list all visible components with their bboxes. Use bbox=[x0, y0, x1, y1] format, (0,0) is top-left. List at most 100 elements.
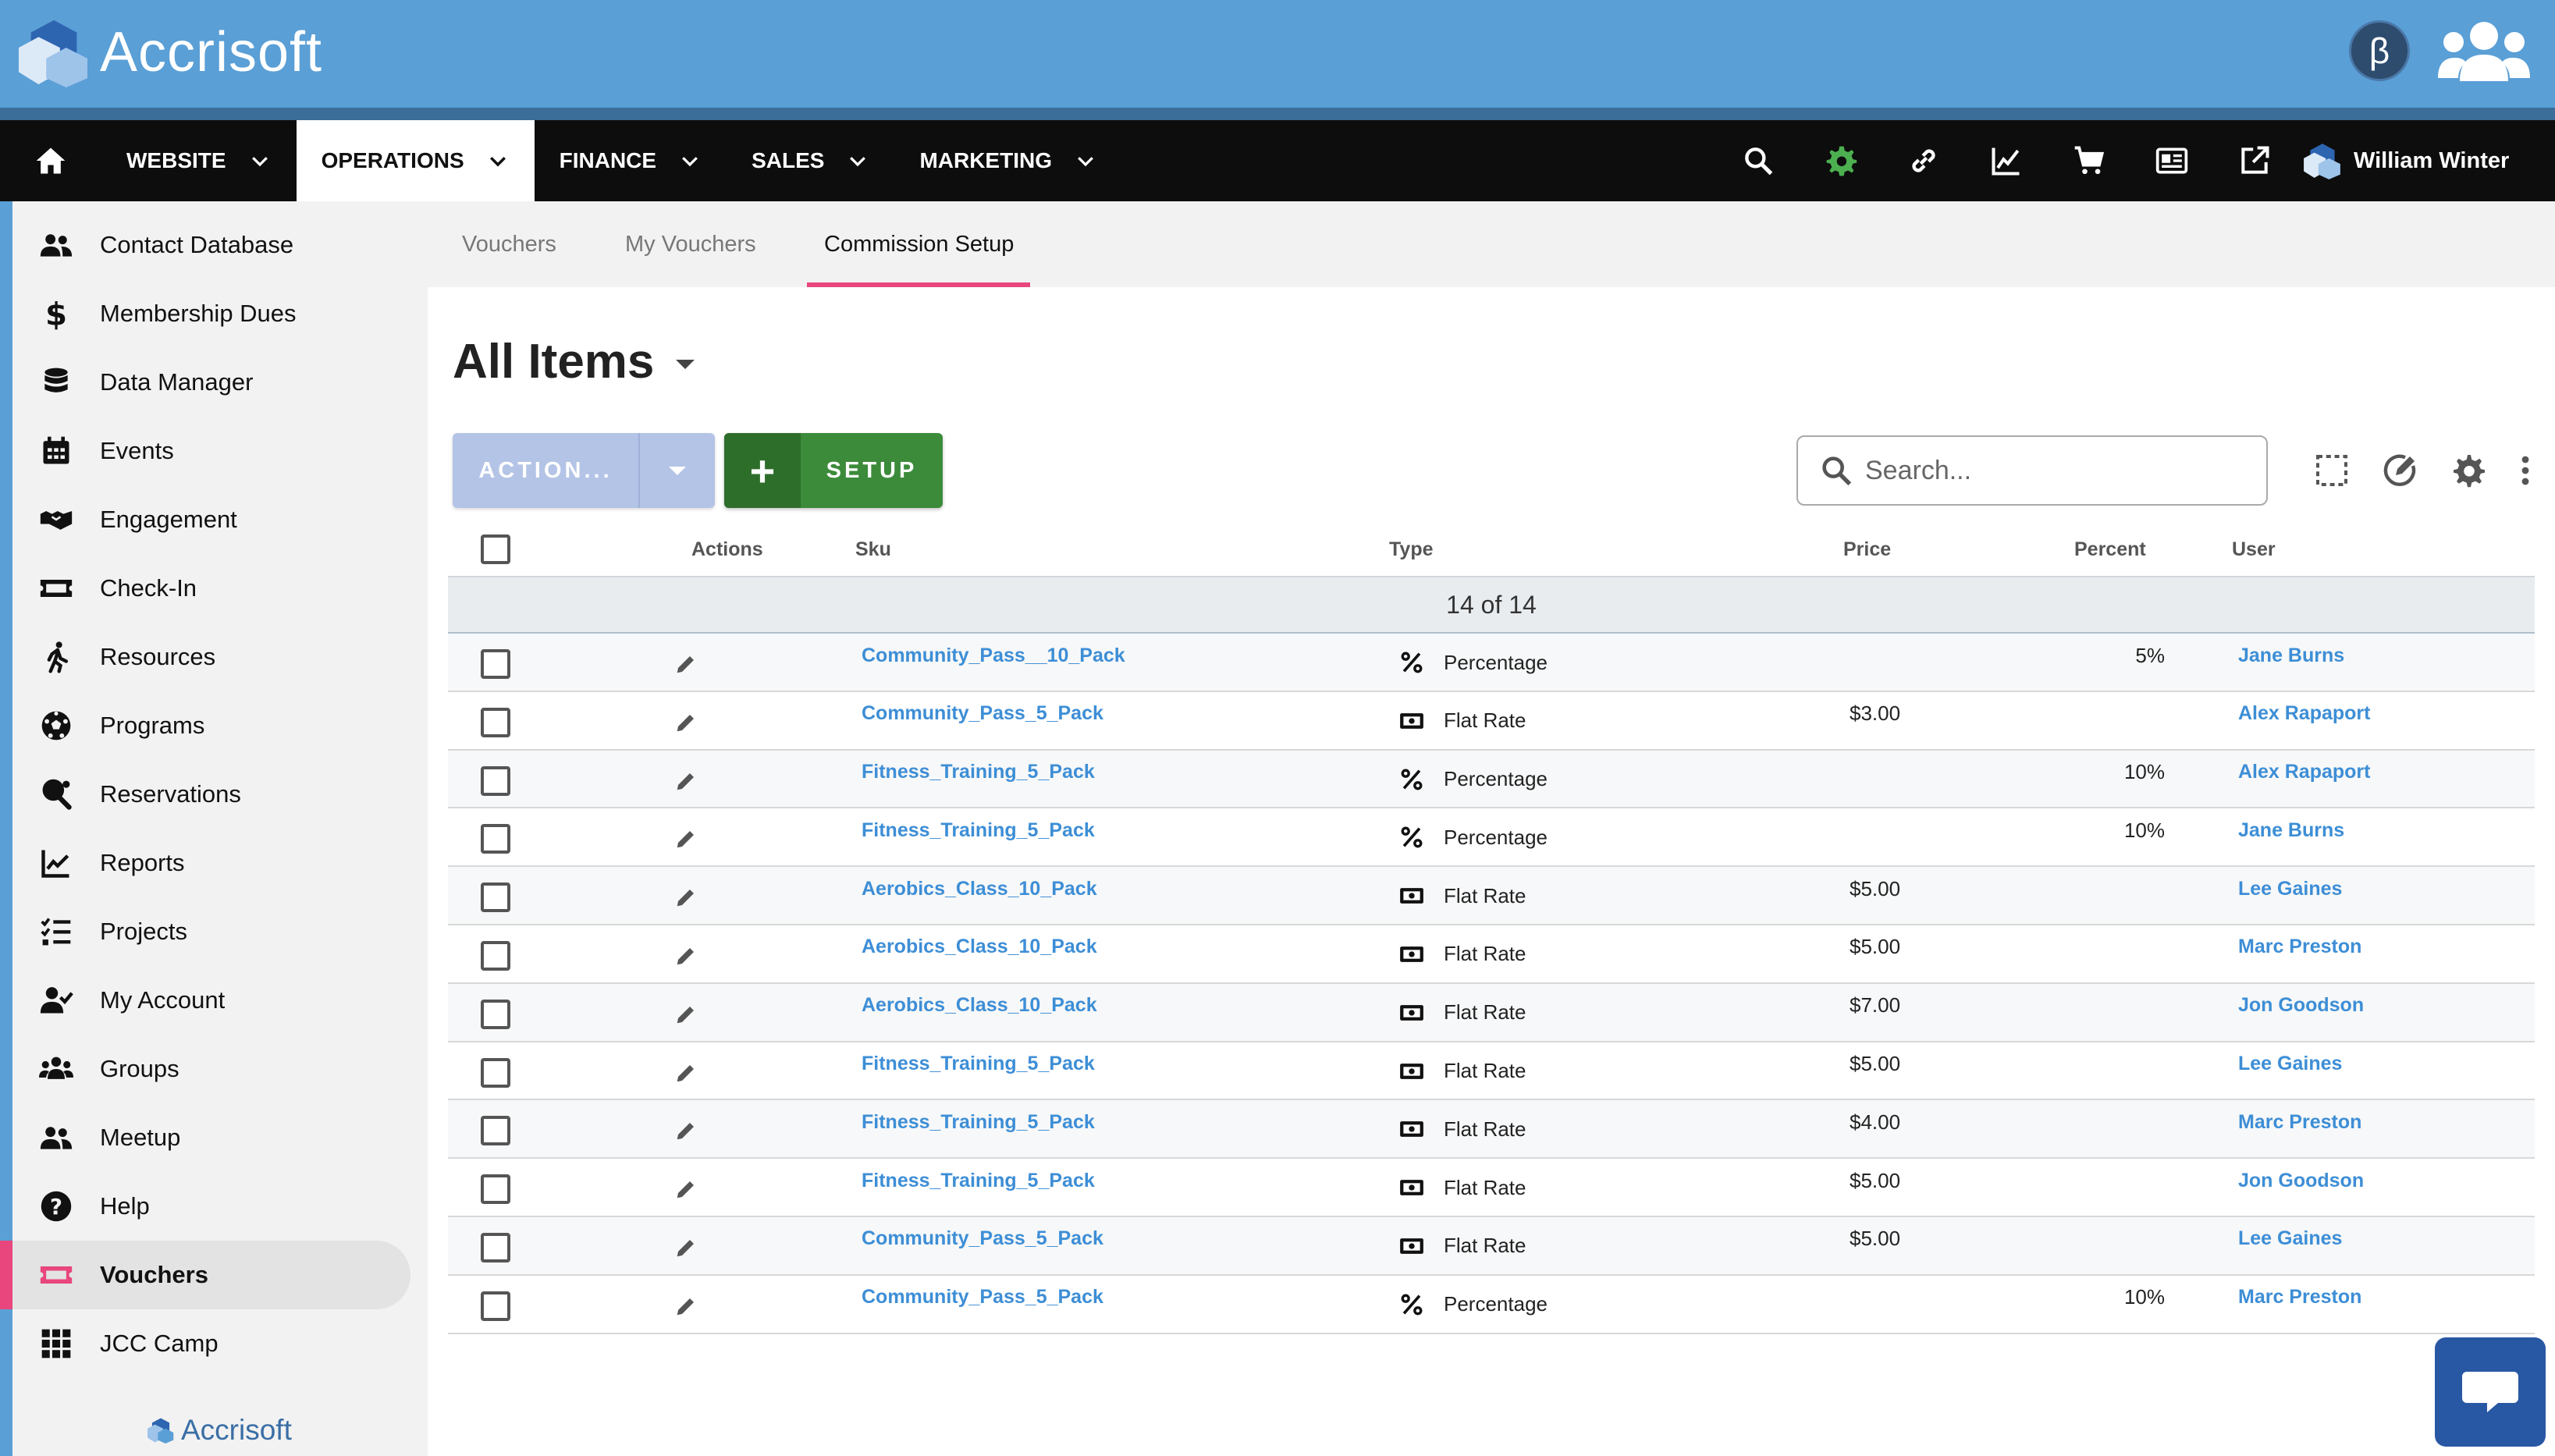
tab-my-vouchers[interactable]: My Vouchers bbox=[625, 201, 756, 287]
nav-operations[interactable]: OPERATIONS bbox=[296, 120, 535, 201]
table-row[interactable]: Fitness_Training_5_Pack Percentage 10% Alex… bbox=[448, 750, 2535, 809]
table-settings-button[interactable] bbox=[2435, 445, 2503, 496]
sku-link[interactable]: Fitness_Training_5_Pack bbox=[862, 1100, 1095, 1144]
edit-icon[interactable] bbox=[674, 886, 698, 909]
table-row[interactable]: Community_Pass__10_Pack Percentage 5% Jane … bbox=[448, 634, 2535, 692]
setup-button[interactable]: + SETUP bbox=[724, 433, 943, 508]
sidebar-item-data-manager[interactable]: Data Manager bbox=[12, 348, 410, 417]
search-box[interactable] bbox=[1796, 435, 2268, 506]
nav-link-button[interactable] bbox=[1882, 120, 1965, 201]
table-row[interactable]: Fitness_Training_5_Pack Flat Rate $5.00 Lee… bbox=[448, 1042, 2535, 1101]
user-link[interactable]: Jon Goodson bbox=[2238, 1159, 2364, 1202]
brand-logo[interactable]: Accrisoft bbox=[16, 17, 322, 87]
sidebar-item-resources[interactable]: Resources bbox=[12, 623, 410, 691]
edit-icon[interactable] bbox=[674, 652, 698, 676]
nav-marketing[interactable]: MARKETING bbox=[894, 120, 1122, 201]
user-link[interactable]: Lee Gaines bbox=[2238, 1042, 2342, 1086]
column-percent[interactable]: Percent bbox=[2074, 523, 2146, 576]
table-row[interactable]: Aerobics_Class_10_Pack Flat Rate $5.00 Marc… bbox=[448, 925, 2535, 984]
user-link[interactable]: Marc Preston bbox=[2238, 1276, 2361, 1319]
tab-vouchers[interactable]: Vouchers bbox=[462, 201, 556, 287]
user-link[interactable]: Lee Gaines bbox=[2238, 867, 2342, 911]
user-link[interactable]: Jane Burns bbox=[2238, 634, 2344, 677]
nav-analytics-button[interactable] bbox=[1965, 120, 2048, 201]
sku-link[interactable]: Community_Pass__10_Pack bbox=[862, 634, 1125, 677]
sidebar-item-check-in[interactable]: Check-In bbox=[12, 554, 410, 623]
nav-sales[interactable]: SALES bbox=[727, 120, 894, 201]
user-link[interactable]: Alex Rapaport bbox=[2238, 692, 2370, 736]
sku-link[interactable]: Fitness_Training_5_Pack bbox=[862, 1159, 1095, 1202]
table-row[interactable]: Community_Pass_5_Pack Flat Rate $3.00 Alex … bbox=[448, 691, 2535, 751]
sku-link[interactable]: Aerobics_Class_10_Pack bbox=[862, 867, 1097, 911]
select-all-checkbox[interactable] bbox=[481, 534, 510, 564]
edit-icon[interactable] bbox=[674, 769, 698, 793]
user-link[interactable]: Marc Preston bbox=[2238, 925, 2361, 969]
column-price[interactable]: Price bbox=[1843, 523, 1891, 576]
more-options-button[interactable] bbox=[2503, 445, 2547, 496]
edit-icon[interactable] bbox=[674, 944, 698, 968]
edit-icon[interactable] bbox=[674, 1003, 698, 1026]
sidebar-item-reports[interactable]: Reports bbox=[12, 829, 410, 897]
edit-icon[interactable] bbox=[674, 1061, 698, 1085]
sku-link[interactable]: Aerobics_Class_10_Pack bbox=[862, 984, 1097, 1028]
sidebar-item-reservations[interactable]: Reservations bbox=[12, 760, 410, 829]
action-dropdown-toggle[interactable] bbox=[640, 433, 715, 508]
edit-icon[interactable] bbox=[674, 1294, 698, 1318]
row-checkbox[interactable] bbox=[481, 824, 510, 854]
table-row[interactable]: Community_Pass_5_Pack Percentage 10% Marc P… bbox=[448, 1275, 2535, 1334]
sidebar-item-engagement[interactable]: Engagement bbox=[12, 485, 410, 554]
table-row[interactable]: Aerobics_Class_10_Pack Flat Rate $5.00 Lee … bbox=[448, 867, 2535, 925]
row-checkbox[interactable] bbox=[481, 882, 510, 913]
home-button[interactable] bbox=[0, 120, 101, 201]
row-checkbox[interactable] bbox=[481, 765, 510, 796]
row-checkbox[interactable] bbox=[481, 1291, 510, 1321]
nav-settings-button[interactable] bbox=[1800, 120, 1882, 201]
sidebar-item-jcc-camp[interactable]: JCC Camp bbox=[12, 1309, 410, 1378]
search-input[interactable] bbox=[1865, 455, 2224, 486]
edit-icon[interactable] bbox=[674, 1236, 698, 1259]
column-type[interactable]: Type bbox=[1389, 523, 1434, 576]
nav-website[interactable]: WEBSITE bbox=[101, 120, 297, 201]
tab-commission-setup[interactable]: Commission Setup bbox=[824, 201, 1014, 287]
sku-link[interactable]: Community_Pass_5_Pack bbox=[862, 692, 1103, 736]
user-link[interactable]: Jane Burns bbox=[2238, 808, 2344, 852]
row-checkbox[interactable] bbox=[481, 940, 510, 971]
chat-button[interactable] bbox=[2435, 1337, 2546, 1447]
sidebar-item-help[interactable]: ? Help bbox=[12, 1172, 410, 1241]
sidebar-item-programs[interactable]: Programs bbox=[12, 691, 410, 760]
row-checkbox[interactable] bbox=[481, 707, 510, 737]
row-checkbox[interactable] bbox=[481, 1232, 510, 1262]
row-checkbox[interactable] bbox=[481, 1174, 510, 1205]
nav-finance[interactable]: FINANCE bbox=[535, 120, 727, 201]
sidebar-item-projects[interactable]: Projects bbox=[12, 897, 410, 966]
row-checkbox[interactable] bbox=[481, 649, 510, 679]
sku-link[interactable]: Fitness_Training_5_Pack bbox=[862, 1042, 1095, 1086]
user-link[interactable]: Jon Goodson bbox=[2238, 984, 2364, 1028]
nav-cart-button[interactable] bbox=[2048, 120, 2130, 201]
user-link[interactable]: Lee Gaines bbox=[2238, 1217, 2342, 1261]
nav-external-button[interactable] bbox=[2213, 120, 2296, 201]
sidebar-item-my-account[interactable]: My Account bbox=[12, 966, 410, 1035]
table-row[interactable]: Fitness_Training_5_Pack Flat Rate $4.00 Mar… bbox=[448, 1100, 2535, 1159]
table-row[interactable]: Aerobics_Class_10_Pack Flat Rate $7.00 Jon … bbox=[448, 983, 2535, 1042]
user-link[interactable]: Marc Preston bbox=[2238, 1100, 2361, 1144]
sku-link[interactable]: Fitness_Training_5_Pack bbox=[862, 751, 1095, 794]
sku-link[interactable]: Aerobics_Class_10_Pack bbox=[862, 925, 1097, 969]
beta-badge[interactable]: β bbox=[2349, 20, 2410, 81]
page-title[interactable]: All Items bbox=[453, 334, 695, 389]
sidebar-item-groups[interactable]: Groups bbox=[12, 1035, 410, 1103]
sku-link[interactable]: Fitness_Training_5_Pack bbox=[862, 808, 1095, 852]
sidebar-item-meetup[interactable]: Meetup bbox=[12, 1103, 410, 1172]
bulk-edit-button[interactable] bbox=[2366, 445, 2435, 496]
action-button[interactable]: ACTION... bbox=[453, 433, 715, 508]
user-menu[interactable]: William Winter bbox=[2302, 120, 2509, 201]
user-link[interactable]: Alex Rapaport bbox=[2238, 751, 2370, 794]
sku-link[interactable]: Community_Pass_5_Pack bbox=[862, 1217, 1103, 1261]
row-checkbox[interactable] bbox=[481, 1116, 510, 1146]
nav-search-button[interactable] bbox=[1717, 120, 1800, 201]
table-row[interactable]: Fitness_Training_5_Pack Percentage 10% Jane… bbox=[448, 808, 2535, 868]
sidebar-item-vouchers[interactable]: Vouchers bbox=[0, 1241, 410, 1309]
edit-icon[interactable] bbox=[674, 827, 698, 851]
row-checkbox[interactable] bbox=[481, 1057, 510, 1088]
column-sku[interactable]: Sku bbox=[855, 523, 891, 576]
